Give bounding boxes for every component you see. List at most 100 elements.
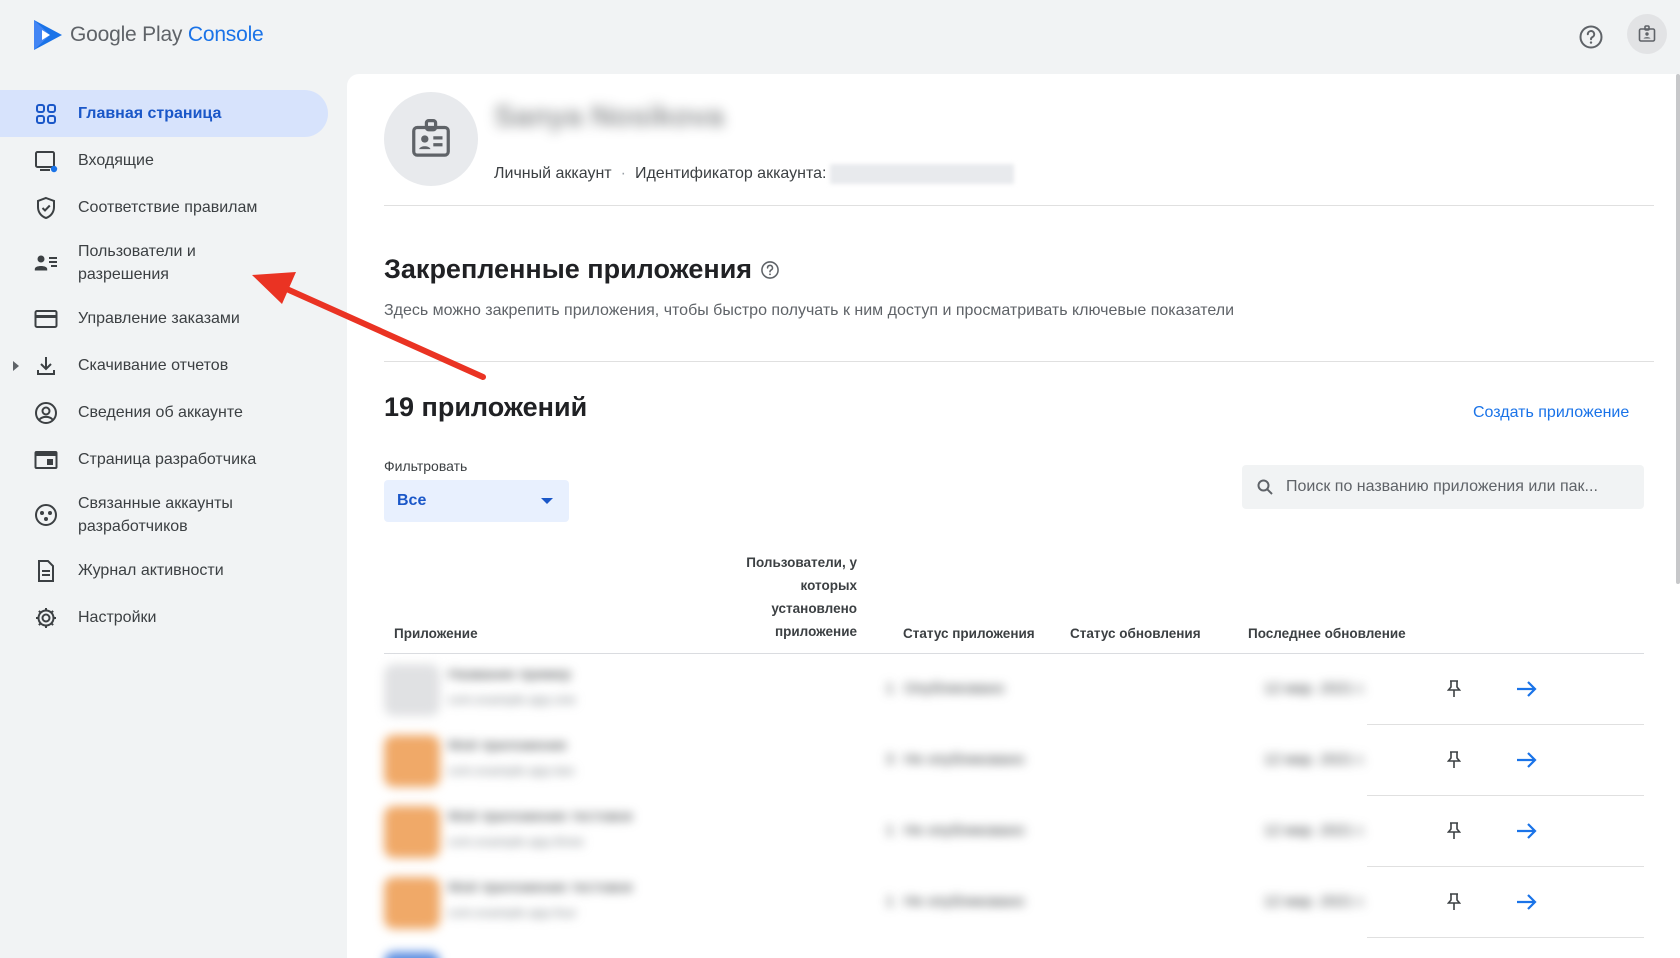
- app-icon: [384, 877, 440, 929]
- linked-accounts-icon: [34, 503, 58, 527]
- google-play-console-logo[interactable]: Google Play Console: [32, 18, 264, 52]
- help-circle-icon: [1579, 25, 1603, 49]
- badge-icon: [1638, 25, 1656, 42]
- pinned-apps-heading: Закрепленные приложения: [384, 254, 753, 284]
- divider: [384, 205, 1654, 206]
- sidebar-item-inbox[interactable]: Входящие: [0, 137, 335, 184]
- app-status: Опубликовано: [904, 680, 1005, 697]
- account-meta: Личный аккаунт · Идентификатор аккаунта:: [494, 164, 1015, 184]
- installed-users: 1: [885, 893, 894, 910]
- sidebar-item-home[interactable]: Главная страница: [0, 90, 328, 137]
- sidebar-item-linked-accounts[interactable]: Связанные аккаунты разработчиков: [0, 483, 335, 547]
- expand-caret-icon[interactable]: [13, 360, 19, 371]
- pinned-apps-title: Закрепленные приложения: [384, 254, 780, 285]
- users-permissions-icon: [34, 251, 58, 275]
- help-circle-icon[interactable]: [760, 260, 780, 280]
- app-search-input[interactable]: Поиск по названию приложения или пак...: [1242, 465, 1644, 509]
- search-icon: [1257, 479, 1273, 495]
- table-row[interactable]: Название пример com.example.app.one 1 Оп…: [384, 654, 1644, 725]
- table-row[interactable]: Моё приложение тестовое com.example.app.…: [384, 867, 1644, 938]
- installed-users: 3: [885, 751, 894, 768]
- sidebar-item-reports[interactable]: Скачивание отчетов: [0, 342, 335, 389]
- column-header-last-update[interactable]: Последнее обновление: [1248, 622, 1406, 645]
- open-app-button[interactable]: [1512, 816, 1542, 846]
- app-status: Не опубликовано: [904, 822, 1025, 839]
- app-icon: [384, 952, 440, 958]
- sidebar-item-label: Соответствие правилам: [78, 199, 258, 216]
- play-console-logo-icon: [34, 20, 62, 50]
- sidebar-item-activity-log[interactable]: Журнал активности: [0, 547, 335, 594]
- app-name: Моё приложение тестовое: [448, 879, 634, 896]
- sidebar-item-label: Журнал активности: [78, 562, 224, 579]
- shield-check-icon: [34, 196, 58, 220]
- app-package: com.example.app.two: [448, 763, 575, 778]
- app-name: Моё приложение тестовое: [448, 808, 634, 825]
- table-row[interactable]: Моё приложение com.example.app.two 3 Не …: [384, 725, 1644, 796]
- help-button[interactable]: [1574, 20, 1608, 54]
- dashboard-grid-icon: [34, 102, 58, 126]
- sidebar-nav: Главная страница Входящие Соответствие п…: [0, 90, 335, 641]
- pin-icon: [1447, 680, 1461, 697]
- sidebar-item-settings[interactable]: Настройки: [0, 594, 335, 641]
- app-icon: [384, 735, 440, 787]
- installed-users: 1: [885, 822, 894, 839]
- settings-gear-icon: [34, 606, 58, 630]
- pin-icon: [1447, 822, 1461, 839]
- last-update: 12 мар. 2021 г.: [1264, 751, 1366, 768]
- account-id-value: [830, 164, 1015, 184]
- table-row-partial[interactable]: [384, 938, 1644, 958]
- arrow-right-icon: [1517, 823, 1537, 839]
- column-header-app[interactable]: Приложение: [394, 622, 478, 645]
- sidebar-item-label: Связанные аккаунты разработчиков: [78, 495, 233, 535]
- search-placeholder: Поиск по названию приложения или пак...: [1286, 478, 1598, 495]
- pinned-apps-description: Здесь можно закрепить приложения, чтобы …: [384, 302, 1235, 319]
- arrow-right-icon: [1517, 681, 1537, 697]
- download-icon: [34, 354, 58, 378]
- scrollbar-thumb[interactable]: [1676, 74, 1680, 584]
- last-update: 12 мар. 2021 г.: [1264, 680, 1366, 697]
- document-icon: [34, 559, 58, 583]
- separator-dot: ·: [620, 165, 626, 182]
- column-header-update-status[interactable]: Статус обновления: [1070, 622, 1201, 645]
- pin-button[interactable]: [1441, 889, 1467, 915]
- pin-button[interactable]: [1441, 747, 1467, 773]
- account-avatar-button[interactable]: [1627, 14, 1667, 54]
- sidebar-item-users-permissions[interactable]: Пользователи и разрешения: [0, 231, 335, 295]
- sidebar-item-developer-page[interactable]: Страница разработчика: [0, 436, 335, 483]
- sidebar-item-account-details[interactable]: Сведения об аккаунте: [0, 389, 335, 436]
- open-app-button[interactable]: [1512, 674, 1542, 704]
- arrow-right-icon: [1517, 894, 1537, 910]
- sidebar-item-label: Пользователи и разрешения: [78, 243, 196, 283]
- pin-icon: [1447, 751, 1461, 768]
- open-app-button[interactable]: [1512, 887, 1542, 917]
- sidebar-item-label: Сведения об аккаунте: [78, 404, 243, 421]
- scrollbar[interactable]: [1676, 74, 1680, 958]
- pin-icon: [1447, 893, 1461, 910]
- sidebar-item-policy[interactable]: Соответствие правилам: [0, 184, 335, 231]
- app-icon: [384, 664, 440, 716]
- credit-card-icon: [34, 307, 58, 331]
- sidebar-item-orders[interactable]: Управление заказами: [0, 295, 335, 342]
- arrow-right-icon: [1517, 752, 1537, 768]
- brand-play: Play: [142, 23, 183, 46]
- app-name: Название пример: [448, 666, 572, 683]
- account-id-label: Идентификатор аккаунта:: [634, 165, 827, 182]
- brand-google: Google: [70, 23, 137, 46]
- developer-page-icon: [34, 448, 58, 472]
- filter-dropdown[interactable]: Все: [384, 480, 569, 522]
- column-header-users[interactable]: Пользователи, у которых установлено прил…: [707, 551, 857, 643]
- app-package: com.example.app.three: [448, 834, 584, 849]
- app-name: Моё приложение: [448, 737, 567, 754]
- table-row[interactable]: Моё приложение тестовое com.example.app.…: [384, 796, 1644, 867]
- pin-button[interactable]: [1441, 818, 1467, 844]
- open-app-button[interactable]: [1512, 745, 1542, 775]
- pin-button[interactable]: [1441, 676, 1467, 702]
- installed-users: 1: [885, 680, 894, 697]
- column-header-status[interactable]: Статус приложения: [903, 622, 1035, 645]
- create-app-link[interactable]: Создать приложение: [1473, 404, 1629, 422]
- app-status: Не опубликовано: [904, 751, 1025, 768]
- filter-label: Фильтровать: [384, 458, 468, 474]
- sidebar-item-label: Главная страница: [78, 105, 222, 122]
- main-content: Sanya Nosikova Личный аккаунт · Идентифи…: [347, 74, 1680, 958]
- sidebar-item-label: Управление заказами: [78, 310, 240, 327]
